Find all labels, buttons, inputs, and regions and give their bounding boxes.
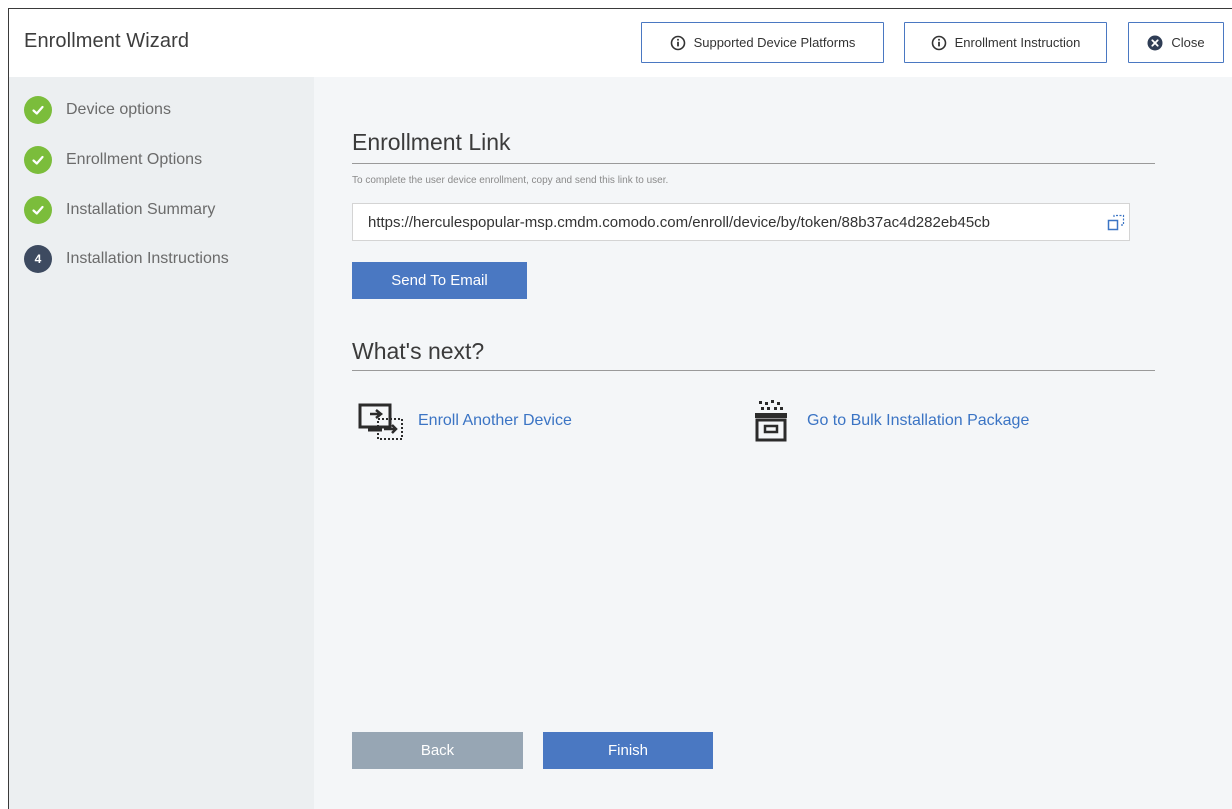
bulk-installation-package-link[interactable]: Go to Bulk Installation Package bbox=[747, 397, 1029, 445]
bulk-package-icon bbox=[755, 400, 787, 442]
step-number-badge: 4 bbox=[24, 245, 52, 273]
enrollment-link-input[interactable] bbox=[353, 204, 1105, 240]
check-icon bbox=[24, 196, 52, 224]
enroll-device-icon bbox=[358, 403, 403, 440]
close-label: Close bbox=[1171, 35, 1205, 50]
step-installation-instructions[interactable]: 4 Installation Instructions bbox=[24, 245, 229, 273]
wizard-steps-sidebar: Device options Enrollment Options Instal… bbox=[9, 77, 314, 809]
enrollment-wizard-window: Enrollment Wizard Supported Device Platf… bbox=[8, 8, 1232, 809]
supported-device-platforms-button[interactable]: Supported Device Platforms bbox=[641, 22, 884, 63]
step-label: Installation Summary bbox=[66, 201, 216, 218]
wizard-header: Enrollment Wizard Supported Device Platf… bbox=[9, 9, 1232, 77]
enrollment-link-heading: Enrollment Link bbox=[352, 129, 511, 155]
whats-next-heading: What's next? bbox=[352, 338, 485, 364]
info-icon bbox=[931, 35, 946, 50]
bulk-installation-package-label: Go to Bulk Installation Package bbox=[807, 412, 1030, 429]
check-icon bbox=[24, 96, 52, 124]
step-label: Installation Instructions bbox=[66, 250, 229, 267]
finish-button[interactable]: Finish bbox=[543, 732, 713, 769]
enrollment-instruction-label: Enrollment Instruction bbox=[954, 35, 1081, 50]
wizard-title: Enrollment Wizard bbox=[24, 30, 190, 52]
enroll-another-device-link[interactable]: Enroll Another Device bbox=[358, 397, 572, 445]
check-icon bbox=[24, 146, 52, 174]
enrollment-instruction-button[interactable]: Enrollment Instruction bbox=[904, 22, 1107, 63]
back-button[interactable]: Back bbox=[352, 732, 523, 769]
step-device-options[interactable]: Device options bbox=[24, 96, 171, 124]
step-label: Enrollment Options bbox=[66, 151, 203, 168]
copy-icon[interactable] bbox=[1107, 214, 1125, 232]
wizard-content: Enrollment Link To complete the user dev… bbox=[314, 77, 1232, 809]
info-icon bbox=[670, 35, 685, 50]
enrollment-link-field bbox=[352, 203, 1130, 241]
section-divider bbox=[352, 370, 1155, 371]
send-to-email-button[interactable]: Send To Email bbox=[352, 262, 527, 299]
close-icon bbox=[1147, 35, 1163, 50]
step-installation-summary[interactable]: Installation Summary bbox=[24, 196, 215, 224]
enrollment-link-hint: To complete the user device enrollment, … bbox=[352, 175, 669, 186]
section-divider bbox=[352, 163, 1155, 164]
supported-device-platforms-label: Supported Device Platforms bbox=[693, 35, 856, 50]
enroll-another-device-label: Enroll Another Device bbox=[418, 412, 572, 429]
step-enrollment-options[interactable]: Enrollment Options bbox=[24, 146, 202, 174]
step-label: Device options bbox=[66, 101, 171, 118]
close-button[interactable]: Close bbox=[1128, 22, 1224, 63]
